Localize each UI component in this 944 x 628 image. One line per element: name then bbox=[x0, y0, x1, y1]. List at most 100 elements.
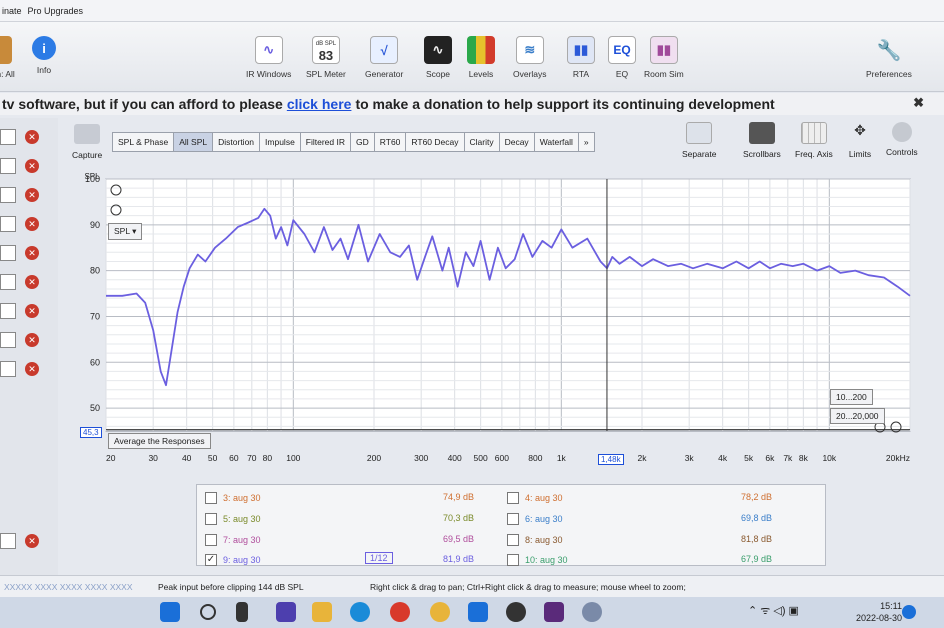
file-explorer-icon[interactable] bbox=[312, 602, 332, 622]
checkbox[interactable] bbox=[507, 513, 519, 525]
ir-windows-button[interactable]: ∿ IR Windows bbox=[246, 36, 291, 79]
range-10-200-button[interactable]: 10...200 bbox=[830, 389, 873, 405]
scrollbars-button[interactable]: Scrollbars bbox=[743, 122, 781, 159]
list-item[interactable]: 5: aug 30 bbox=[205, 513, 261, 525]
measurement-checkbox[interactable] bbox=[0, 187, 16, 203]
list-item[interactable]: ✓ 9: aug 30 bbox=[205, 554, 261, 566]
tab-all-spl[interactable]: All SPL bbox=[173, 132, 214, 152]
levels-button[interactable]: Levels bbox=[467, 36, 495, 79]
list-item[interactable]: 10: aug 30 bbox=[507, 554, 568, 566]
measurement-slot[interactable]: ✕ bbox=[0, 242, 58, 264]
tab-filtered-ir[interactable]: Filtered IR bbox=[299, 132, 352, 152]
delete-icon[interactable]: ✕ bbox=[25, 217, 39, 231]
measurement-checkbox[interactable] bbox=[0, 129, 16, 145]
overlays-button[interactable]: ≋ Overlays bbox=[513, 36, 547, 79]
measurement-checkbox[interactable] bbox=[0, 303, 16, 319]
tab-rt60[interactable]: RT60 bbox=[373, 132, 407, 152]
checkbox[interactable] bbox=[507, 554, 519, 566]
generator-button[interactable]: √ Generator bbox=[365, 36, 403, 79]
tab-waterfall[interactable]: Waterfall bbox=[533, 132, 579, 152]
delete-icon[interactable]: ✕ bbox=[25, 159, 39, 173]
checkbox[interactable] bbox=[507, 534, 519, 546]
separate-button[interactable]: Separate bbox=[682, 122, 717, 159]
measurement-slot[interactable]: ✕ bbox=[0, 271, 58, 293]
clock[interactable]: 15:11 2022-08-30 bbox=[856, 600, 902, 624]
eq-button[interactable]: EQ EQ bbox=[608, 36, 636, 79]
list-item[interactable]: 3: aug 30 bbox=[205, 492, 261, 504]
checkbox-checked[interactable]: ✓ bbox=[205, 554, 217, 566]
measurement-slot[interactable]: ✕ bbox=[0, 184, 58, 206]
checkbox[interactable] bbox=[205, 492, 217, 504]
delete-icon[interactable]: ✕ bbox=[25, 130, 39, 144]
range-20-20000-button[interactable]: 20...20,000 bbox=[830, 408, 885, 424]
spl-select[interactable]: SPL ▾ bbox=[108, 223, 143, 240]
checkbox[interactable] bbox=[205, 513, 217, 525]
measurement-slot[interactable]: ✕ bbox=[0, 155, 58, 177]
checkbox[interactable] bbox=[205, 534, 217, 546]
chrome-icon[interactable] bbox=[430, 602, 450, 622]
tab-distortion[interactable]: Distortion bbox=[212, 132, 261, 152]
menu-item[interactable]: inate bbox=[2, 6, 22, 16]
chat-icon[interactable] bbox=[276, 602, 296, 622]
tab-impulse[interactable]: Impulse bbox=[259, 132, 301, 152]
notification-icon[interactable] bbox=[902, 605, 916, 619]
tab-decay[interactable]: Decay bbox=[498, 132, 535, 152]
measurement-checkbox[interactable] bbox=[0, 158, 16, 174]
input-all-button[interactable]: In: All bbox=[0, 36, 15, 79]
measurement-checkbox[interactable] bbox=[0, 533, 16, 549]
measurement-slot[interactable]: ✕ bbox=[0, 358, 58, 380]
list-item[interactable]: 4: aug 30 bbox=[507, 492, 563, 504]
rew-icon[interactable] bbox=[544, 602, 564, 622]
edge-icon[interactable] bbox=[350, 602, 370, 622]
room-sim-button[interactable]: ▮▮ Room Sim bbox=[644, 36, 684, 79]
delete-icon[interactable]: ✕ bbox=[25, 534, 39, 548]
delete-icon[interactable]: ✕ bbox=[25, 304, 39, 318]
start-icon[interactable] bbox=[160, 602, 180, 622]
measurement-checkbox[interactable] bbox=[0, 361, 16, 377]
scope-button[interactable]: ∿ Scope bbox=[424, 36, 452, 79]
store-icon[interactable] bbox=[468, 602, 488, 622]
delete-icon[interactable]: ✕ bbox=[25, 275, 39, 289]
controls-button[interactable]: Controls bbox=[886, 122, 918, 157]
rta-button[interactable]: ▮▮ RTA bbox=[567, 36, 595, 79]
measurement-slot[interactable]: ✕ bbox=[0, 213, 58, 235]
smoothing-badge[interactable]: 1/12 bbox=[365, 552, 393, 564]
freq-axis-button[interactable]: Freq. Axis bbox=[795, 122, 833, 159]
settings-icon[interactable] bbox=[582, 602, 602, 622]
measurement-slot[interactable]: ✕ bbox=[0, 126, 58, 148]
measurement-slot[interactable]: ✕ bbox=[0, 530, 58, 552]
capture-button[interactable]: Capture bbox=[72, 124, 102, 160]
tab-gd[interactable]: GD bbox=[350, 132, 375, 152]
delete-icon[interactable]: ✕ bbox=[25, 188, 39, 202]
delete-icon[interactable]: ✕ bbox=[25, 333, 39, 347]
tab-more[interactable]: » bbox=[577, 132, 595, 152]
delete-icon[interactable]: ✕ bbox=[25, 362, 39, 376]
list-item[interactable]: 8: aug 30 bbox=[507, 534, 563, 546]
tray-icons[interactable]: ⌃ ᯤ ◁) ▣ bbox=[748, 603, 799, 618]
measurement-checkbox[interactable] bbox=[0, 274, 16, 290]
search-icon[interactable] bbox=[200, 604, 216, 620]
list-item[interactable]: 6: aug 30 bbox=[507, 513, 563, 525]
measurement-slot[interactable]: ✕ bbox=[0, 300, 58, 322]
checkbox[interactable] bbox=[507, 492, 519, 504]
app-icon[interactable] bbox=[506, 602, 526, 622]
limits-button[interactable]: ✥ Limits bbox=[847, 122, 873, 159]
average-responses-button[interactable]: Average the Responses bbox=[108, 433, 211, 449]
measurement-slot[interactable]: ✕ bbox=[0, 329, 58, 351]
measurement-checkbox[interactable] bbox=[0, 332, 16, 348]
list-item[interactable]: 7: aug 30 bbox=[205, 534, 261, 546]
app-icon[interactable] bbox=[390, 602, 410, 622]
delete-icon[interactable]: ✕ bbox=[25, 246, 39, 260]
preferences-button[interactable]: 🔧 Preferences bbox=[866, 36, 912, 80]
measurement-checkbox[interactable] bbox=[0, 245, 16, 261]
tab-clarity[interactable]: Clarity bbox=[463, 132, 500, 152]
task-view-icon[interactable] bbox=[236, 602, 248, 622]
close-icon[interactable]: ✖ bbox=[913, 95, 924, 111]
measurement-checkbox[interactable] bbox=[0, 216, 16, 232]
tab-spl-phase[interactable]: SPL & Phase bbox=[112, 132, 175, 152]
donation-link[interactable]: click here bbox=[287, 96, 352, 112]
spl-meter-button[interactable]: dB SPL 83 SPL Meter bbox=[306, 36, 346, 79]
menu-item-pro-upgrades[interactable]: Pro Upgrades bbox=[28, 6, 84, 16]
info-button[interactable]: i Info bbox=[32, 36, 56, 75]
spl-graph[interactable]: 100 90 80 70 60 50 SPL 20 30 40 50 60 70 80 100 200 300 4… bbox=[60, 165, 916, 490]
